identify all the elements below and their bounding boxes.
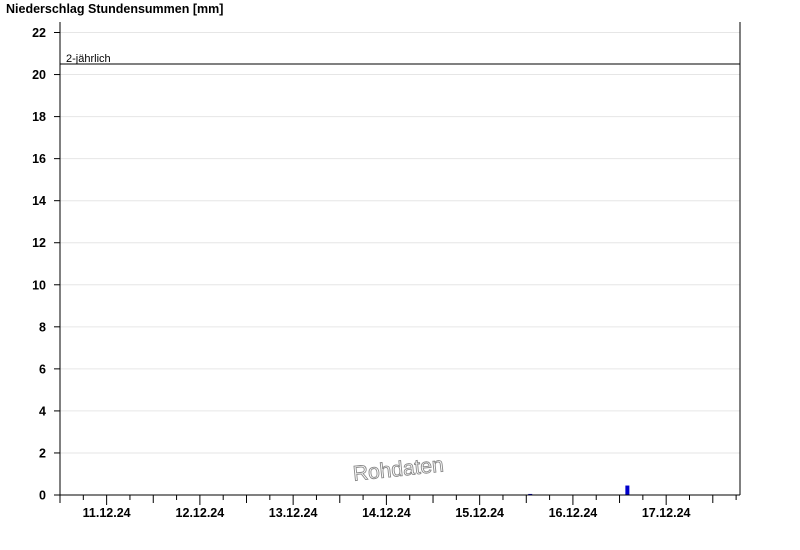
y-tick-label: 2 (39, 446, 46, 460)
reference-line-label: 2-jährlich (66, 53, 111, 65)
y-tick-label: 14 (32, 194, 46, 208)
x-tick-label: 17.12.24 (642, 506, 691, 520)
reference-line-group: 2-jährlich (60, 53, 740, 65)
y-ticks: 0 2 4 6 8 10 12 14 16 18 20 22 (32, 26, 60, 503)
x-tick-label: 13.12.24 (269, 506, 318, 520)
y-tick-label: 10 (32, 278, 46, 292)
axes (59, 22, 741, 496)
x-tick-label: 15.12.24 (455, 506, 504, 520)
precipitation-chart: Niederschlag Stundensummen [mm] 2-jährli… (6, 2, 741, 520)
x-ticks: 11.12.24 12.12.24 13.12.24 14.12.24 15.12.24… (59, 495, 737, 520)
x-tick-label: 16.12.24 (549, 506, 598, 520)
watermark: Rohdaten (352, 453, 445, 485)
x-tick-label: 12.12.24 (176, 506, 225, 520)
grid-lines (60, 32, 740, 496)
y-tick-label: 18 (32, 110, 46, 124)
y-tick-label: 12 (32, 236, 46, 250)
y-tick-label: 4 (39, 404, 46, 418)
x-tick-label: 11.12.24 (83, 506, 131, 520)
y-tick-label: 0 (39, 489, 46, 503)
y-tick-label: 16 (32, 152, 46, 166)
x-tick-label: 14.12.24 (362, 506, 411, 520)
y-tick-label: 20 (32, 68, 46, 82)
y-tick-label: 6 (39, 362, 46, 376)
y-tick-label: 8 (39, 320, 46, 334)
y-tick-label: 22 (32, 26, 46, 40)
bar (625, 485, 630, 495)
chart-title: Niederschlag Stundensummen [mm] (6, 2, 223, 16)
bars (528, 485, 630, 495)
